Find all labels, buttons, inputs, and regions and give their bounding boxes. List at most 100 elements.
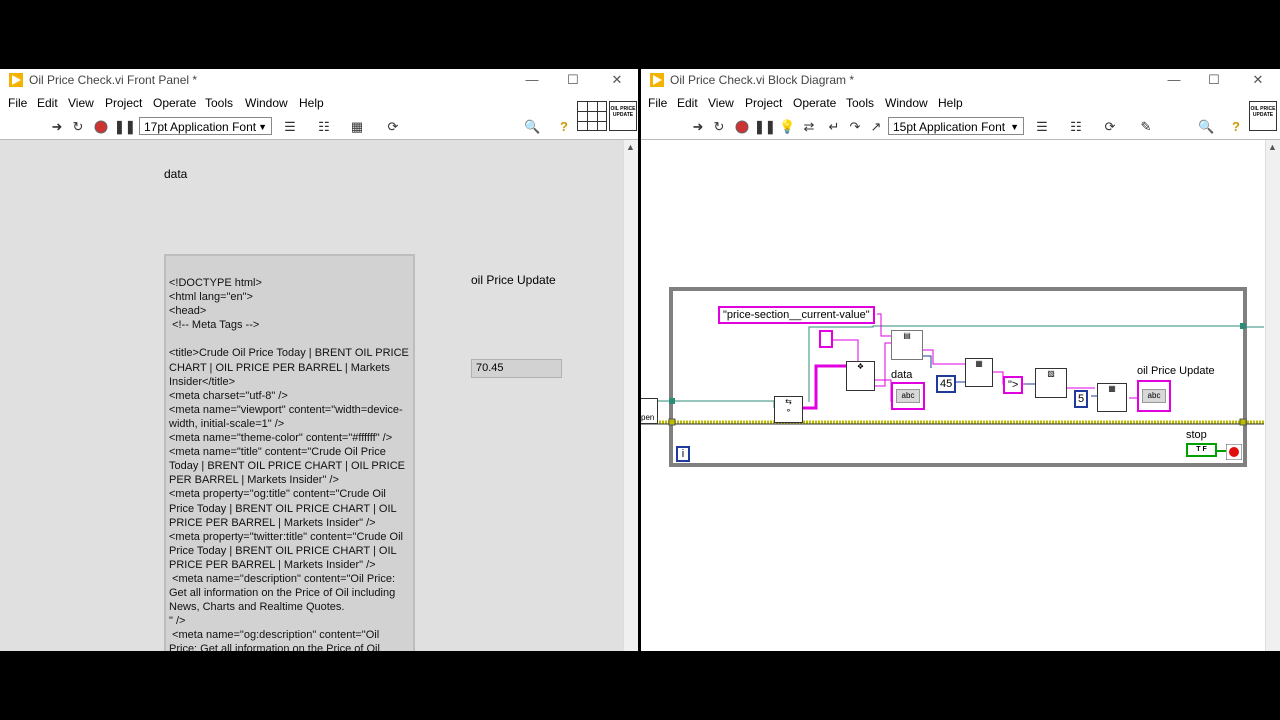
scroll-up-icon[interactable]: ▲ bbox=[626, 142, 635, 152]
labview-icon bbox=[650, 73, 664, 87]
delimiter-constant[interactable]: "> bbox=[1003, 376, 1024, 394]
context-help-icon[interactable]: ? bbox=[1228, 120, 1244, 134]
match-pattern-node[interactable]: ▤ bbox=[891, 330, 923, 360]
menu-help[interactable]: Help bbox=[299, 96, 324, 110]
menu-window[interactable]: Window bbox=[885, 96, 928, 110]
search-replace-node[interactable]: ❖ bbox=[846, 361, 875, 391]
resize-objects-icon[interactable]: ▦ bbox=[349, 120, 365, 134]
font-selector[interactable]: 17pt Application Font ▼ bbox=[139, 117, 272, 135]
menu-file[interactable]: File bbox=[8, 96, 27, 110]
scroll-up-icon[interactable]: ▲ bbox=[1268, 142, 1277, 152]
distribute-objects-icon[interactable]: ☷ bbox=[1068, 120, 1084, 134]
run-arrow-icon[interactable]: ➜ bbox=[49, 120, 65, 134]
run-arrow-icon[interactable]: ➜ bbox=[690, 120, 706, 134]
block-diagram-scrollbar[interactable]: ▲ bbox=[1265, 140, 1280, 651]
price-terminal-label: oil Price Update bbox=[1137, 365, 1215, 377]
step-into-icon[interactable]: ↵ bbox=[826, 120, 842, 134]
clean-up-diagram-icon[interactable]: ✎ bbox=[1138, 120, 1154, 134]
close-button[interactable]: ✕ bbox=[1238, 70, 1278, 90]
search-string-constant[interactable]: "price-section__current-value" bbox=[718, 306, 875, 324]
search-icon[interactable]: 🔍 bbox=[1198, 120, 1214, 134]
numeric-wire-1 bbox=[923, 355, 932, 368]
http-get-node[interactable]: ⇆ ⚬ bbox=[774, 396, 803, 423]
menu-tools[interactable]: Tools bbox=[846, 96, 874, 110]
tunnel-left-refnum bbox=[669, 398, 675, 404]
menu-edit[interactable]: Edit bbox=[677, 96, 698, 110]
abort-icon[interactable] bbox=[93, 120, 109, 134]
menu-file[interactable]: File bbox=[648, 96, 667, 110]
font-selector[interactable]: 15pt Application Font ▼ bbox=[888, 117, 1024, 135]
loop-condition-icon[interactable] bbox=[1226, 444, 1242, 460]
highlight-execution-icon[interactable]: 💡 bbox=[779, 120, 795, 134]
front-panel-title: Oil Price Check.vi Front Panel * bbox=[29, 73, 198, 87]
data-indicator-label: data bbox=[164, 167, 188, 181]
pause-icon[interactable]: ❚❚ bbox=[114, 120, 136, 134]
run-continuously-icon[interactable]: ↻ bbox=[70, 120, 86, 134]
minimize-button[interactable]: — bbox=[1154, 70, 1194, 90]
minimize-button[interactable]: — bbox=[512, 70, 552, 90]
menu-project[interactable]: Project bbox=[105, 96, 142, 110]
distribute-objects-icon[interactable]: ☷ bbox=[316, 120, 332, 134]
reorder-icon[interactable]: ⟳ bbox=[385, 120, 401, 134]
block-diagram-window: Oil Price Check.vi Block Diagram * — ☐ ✕… bbox=[641, 69, 1280, 651]
abort-icon[interactable] bbox=[734, 120, 750, 134]
menu-window[interactable]: Window bbox=[245, 96, 288, 110]
price-indicator-terminal[interactable]: abc bbox=[1137, 380, 1171, 412]
step-over-icon[interactable]: ↷ bbox=[847, 120, 863, 134]
labview-icon bbox=[9, 73, 23, 87]
stop-terminal-label: stop bbox=[1186, 429, 1207, 441]
price-indicator-label: oil Price Update bbox=[471, 273, 556, 287]
context-help-icon[interactable]: ? bbox=[556, 120, 572, 134]
empty-string-constant[interactable] bbox=[819, 330, 833, 348]
front-panel-menubar: File Edit View Project Operate Tools Win… bbox=[0, 93, 638, 113]
iteration-terminal[interactable]: i bbox=[676, 446, 690, 462]
block-diagram-titlebar: Oil Price Check.vi Block Diagram * — ☐ ✕ bbox=[641, 69, 1280, 91]
block-diagram-toolbar: ➜ ↻ ❚❚ 💡 ⇄ ↵ ↷ ↗ 15pt Application Font ▼ … bbox=[641, 115, 1280, 140]
menu-edit[interactable]: Edit bbox=[37, 96, 58, 110]
string-subset-node[interactable]: ▦ bbox=[965, 358, 993, 387]
search-icon[interactable]: 🔍 bbox=[524, 120, 540, 134]
tunnel-left-error bbox=[668, 418, 676, 426]
open-node-label: pen bbox=[641, 413, 655, 422]
price-terminal-value: abc bbox=[1142, 389, 1166, 403]
data-string-value: <!DOCTYPE html> <html lang="en"> <head> … bbox=[169, 277, 409, 651]
connector-pane-icon[interactable] bbox=[577, 101, 607, 131]
chevron-down-icon: ▼ bbox=[258, 122, 267, 132]
data-terminal-value: abc bbox=[896, 389, 920, 403]
vi-icon-badge[interactable]: OIL PRICE UPDATE bbox=[1249, 101, 1277, 131]
string-wire-6 bbox=[923, 349, 965, 365]
align-objects-icon[interactable]: ☰ bbox=[1034, 120, 1050, 134]
close-button[interactable]: ✕ bbox=[597, 70, 637, 90]
font-selector-value: 17pt Application Font bbox=[144, 120, 257, 134]
front-panel-scrollbar[interactable]: ▲ bbox=[623, 140, 638, 651]
reorder-icon[interactable]: ⟳ bbox=[1102, 120, 1118, 134]
front-panel-window: Oil Price Check.vi Front Panel * — ☐ ✕ F… bbox=[0, 69, 638, 651]
string-subset-node-2[interactable]: ▦ bbox=[1097, 383, 1127, 412]
length-constant[interactable]: 5 bbox=[1074, 390, 1089, 408]
maximize-button[interactable]: ☐ bbox=[1194, 70, 1234, 90]
string-wire-4 bbox=[875, 379, 892, 402]
tunnel-right-refnum bbox=[1240, 323, 1246, 329]
menu-operate[interactable]: Operate bbox=[153, 96, 196, 110]
menu-help[interactable]: Help bbox=[938, 96, 963, 110]
menu-tools[interactable]: Tools bbox=[205, 96, 233, 110]
run-continuously-icon[interactable]: ↻ bbox=[711, 120, 727, 134]
data-string-indicator: <!DOCTYPE html> <html lang="en"> <head> … bbox=[164, 254, 415, 651]
front-panel-titlebar: Oil Price Check.vi Front Panel * — ☐ ✕ bbox=[0, 69, 638, 91]
menu-view[interactable]: View bbox=[68, 96, 94, 110]
menu-project[interactable]: Project bbox=[745, 96, 782, 110]
string-wire-5 bbox=[877, 313, 891, 337]
vi-icon-badge[interactable]: OIL PRICE UPDATE bbox=[609, 101, 637, 131]
retain-wire-values-icon[interactable]: ⇄ bbox=[801, 120, 817, 134]
menu-operate[interactable]: Operate bbox=[793, 96, 836, 110]
step-out-icon[interactable]: ↗ bbox=[868, 120, 884, 134]
open-http-node[interactable]: pen bbox=[641, 398, 658, 424]
offset-constant[interactable]: 45 bbox=[936, 375, 957, 393]
pause-icon[interactable]: ❚❚ bbox=[754, 120, 776, 134]
menu-view[interactable]: View bbox=[708, 96, 734, 110]
align-objects-icon[interactable]: ☰ bbox=[282, 120, 298, 134]
maximize-button[interactable]: ☐ bbox=[553, 70, 593, 90]
data-indicator-terminal[interactable]: abc bbox=[891, 382, 925, 410]
stop-control-terminal[interactable]: T F bbox=[1186, 443, 1217, 457]
search-split-node[interactable]: ▧ bbox=[1035, 368, 1067, 398]
